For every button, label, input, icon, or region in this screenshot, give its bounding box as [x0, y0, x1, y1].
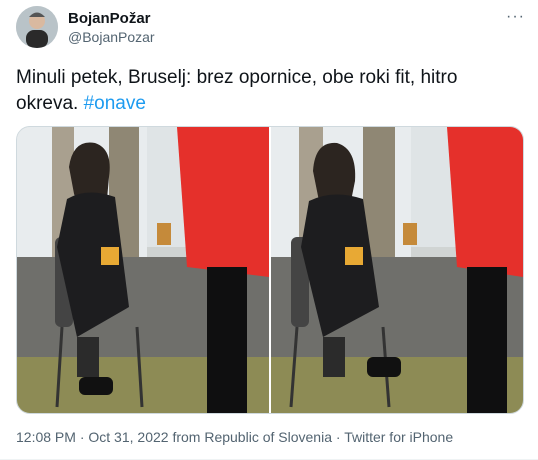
author-handle[interactable]: @BojanPozar: [68, 29, 155, 45]
hashtag-link[interactable]: #onave: [84, 93, 146, 114]
meta-separator: ·: [75, 429, 89, 445]
tweet-date[interactable]: Oct 31, 2022: [88, 429, 168, 445]
more-icon[interactable]: ···: [506, 8, 525, 26]
meta-separator: ·: [331, 429, 345, 445]
avatar[interactable]: [16, 6, 58, 48]
author-name[interactable]: BojanPožar: [68, 10, 151, 27]
tweet-location: from Republic of Slovenia: [172, 429, 332, 445]
photo-2[interactable]: [271, 127, 523, 413]
tweet-text: Minuli petek, Bruselj: brez opornice, ob…: [16, 65, 516, 117]
tweet-text-body: Minuli petek, Bruselj: brez opornice, ob…: [16, 67, 458, 114]
tweet-time[interactable]: 12:08 PM: [16, 429, 76, 445]
photo-1[interactable]: [17, 127, 269, 413]
avatar-photo: [16, 6, 58, 48]
tweet-source[interactable]: Twitter for iPhone: [344, 429, 453, 445]
tweet-meta: 12:08 PM · Oct 31, 2022 from Republic of…: [16, 429, 453, 445]
tweet-media[interactable]: [16, 126, 524, 414]
